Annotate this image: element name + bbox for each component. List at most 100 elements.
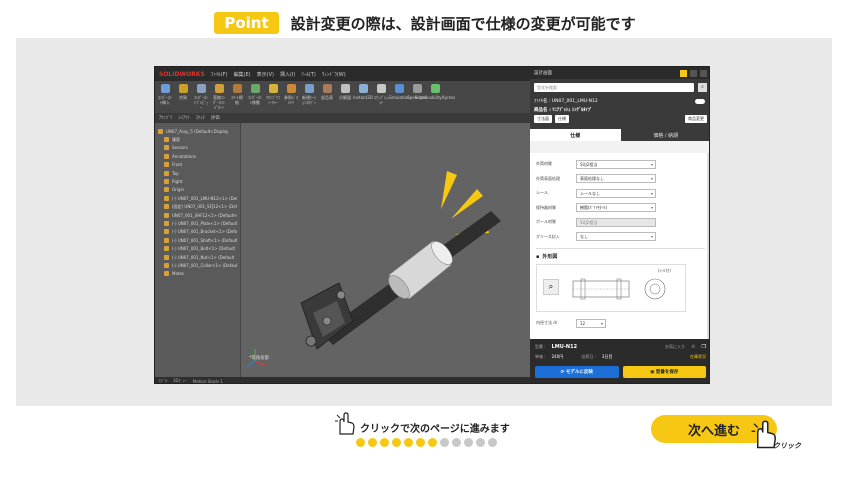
panel-tabs: 仕様 価格 / 納期	[530, 129, 709, 141]
ribbon-tool-icon	[286, 84, 296, 93]
ribbon-tool-icon	[214, 84, 224, 93]
ribbon-label: ｺﾝﾎﾟｰﾈﾝﾄﾌﾟﾚﾋﾞｭｰ	[194, 95, 208, 110]
status-tab[interactable]: Motion Study 1	[193, 379, 223, 384]
tree-item[interactable]: (-) UN07_001_LMU-N12<1> (Default	[158, 194, 237, 202]
tree-item-label: UN07_Assy_5 (Default<Display	[166, 128, 229, 134]
ribbon-button[interactable]: 参照ｼﾞｵﾒﾄﾘ	[284, 84, 298, 105]
ribbon-button[interactable]: ｺﾝﾎﾟｰﾈﾝﾄﾌﾟﾚﾋﾞｭｰ	[194, 84, 208, 110]
ribbon-label: 参照ｼﾞｵﾒﾄﾘ	[284, 95, 298, 105]
tree-item[interactable]: (-) UN07_001_Collar<1> (Default	[158, 261, 237, 269]
ribbon-button[interactable]: 新規ﾓｰｼｮﾝｽﾀﾃﾞｨ	[302, 84, 316, 105]
tree-item[interactable]: Top	[158, 169, 237, 177]
cad-tab[interactable]: ｱｾﾝﾌﾞﾘ	[159, 115, 173, 121]
spec-select[interactable]: シールなし ▾	[576, 188, 656, 198]
apply-to-model-button[interactable]: ⟳ モデルに反映	[535, 366, 619, 378]
close-icon[interactable]	[700, 69, 707, 77]
menu-item[interactable]: 表示(V)	[257, 71, 274, 78]
cad-tab[interactable]: ｽｹｯﾁ	[196, 115, 205, 121]
ribbon-button[interactable]: 部品表	[320, 84, 334, 100]
tree-item[interactable]: Right	[158, 177, 237, 185]
ribbon-button[interactable]: ｺﾝﾎﾟｰﾈﾝﾄ移動	[248, 84, 262, 105]
tree-item-label: Top	[172, 170, 179, 176]
tab-spec[interactable]: 仕様	[530, 129, 621, 141]
progress-dot-done	[368, 438, 377, 447]
ribbon-button[interactable]: 分解図	[338, 84, 352, 100]
tree-item[interactable]: (-) UN07_001_Bolt<1> (Default	[158, 244, 237, 252]
tree-item[interactable]: UN07_001_SHF12<1> (Default<<D	[158, 211, 237, 219]
drawing-chip[interactable]: 寸法図	[534, 115, 552, 123]
tree-item[interactable]: (固定) UN07_001_SFJ12<1> (Default	[158, 203, 237, 211]
ribbon-label: 分解図	[339, 95, 351, 100]
drawing-section-header: ▪ 外形図	[536, 248, 705, 260]
spec-row: シール シールなし ▾	[536, 186, 705, 201]
spec-select[interactable]: SUJ2相当 ▾	[576, 159, 656, 169]
3d-viewport[interactable]: *等角投影	[241, 123, 530, 377]
cad-tab[interactable]: 評価	[211, 115, 220, 121]
tree-node-icon	[164, 179, 169, 185]
favorite-star-icon[interactable]: ☆	[691, 344, 695, 350]
tree-item[interactable]: (-) UN07_001_Plate<1> (Default	[158, 219, 237, 227]
ribbon-button[interactable]: ｱｾﾝﾌﾞﾘﾌｨｰﾁｬｰ	[266, 84, 280, 105]
status-tab[interactable]: 3Dﾋﾞｭｰ	[173, 378, 187, 383]
save-model-number-button[interactable]: ▣ 型番を保存	[622, 366, 706, 378]
spec-select[interactable]: 表面処理なし ▾	[576, 174, 656, 184]
ribbon-button[interactable]: ｽﾅｯﾌﾟｼｮｯﾄ	[374, 84, 388, 105]
menu-item[interactable]: ﾂｰﾙ(T)	[301, 71, 315, 78]
copy-icon[interactable]: ❐	[702, 344, 706, 350]
search-icon[interactable]: ⌕	[698, 82, 707, 92]
tree-item[interactable]: Mates	[158, 270, 237, 278]
ribbon-label: ｺﾝﾎﾟｰﾈﾝﾄ移動	[248, 95, 262, 105]
pointer-hand-icon	[335, 412, 355, 435]
spec-chip[interactable]: 仕様	[555, 115, 569, 123]
ribbon-label: ｺﾝﾎﾟｰﾈﾝﾄ挿入	[158, 95, 172, 105]
tree-item[interactable]: UN07_Assy_5 (Default<Display	[158, 127, 237, 135]
tree-item[interactable]: Sensors	[158, 144, 237, 152]
spec-label: 内径寸法 dr	[536, 320, 558, 326]
tree-node-icon	[164, 246, 169, 252]
menu-item[interactable]: ｳｨﾝﾄﾞｳ(W)	[322, 71, 346, 78]
tab-price-lead[interactable]: 価格 / 納期	[620, 129, 709, 141]
change-product-button[interactable]: 商品変更	[685, 115, 707, 123]
tree-item[interactable]: (-) UN07_001_Nut<1> (Default	[158, 253, 237, 261]
spec-select[interactable]: 樹脂(ﾎﾟﾘｱｾﾀｰﾙ) ▾	[576, 203, 656, 213]
chevron-down-icon: ▾	[650, 161, 653, 167]
tree-item[interactable]: Front	[158, 161, 237, 169]
ribbon-button[interactable]: ｺﾝﾎﾟｰﾈﾝﾄ挿入	[158, 84, 172, 105]
spec-select[interactable]: 12 ▾	[576, 318, 606, 328]
ribbon-button[interactable]: ｽﾏｰﾄ締結	[230, 84, 244, 105]
app-logo: SOLIDWORKS	[159, 70, 205, 78]
toggle-switch[interactable]	[695, 99, 705, 104]
spec-row: 外筒材質 SUJ2相当 ▾	[536, 157, 705, 172]
tree-item[interactable]: Origin	[158, 186, 237, 194]
menu-item[interactable]: ﾌｧｲﾙ(F)	[211, 71, 228, 78]
spec-select: SUJ2相当	[576, 217, 656, 227]
search-input[interactable]: 型式を検索	[534, 82, 694, 92]
pin-icon[interactable]	[680, 69, 687, 77]
panel-scrollbar[interactable]	[707, 153, 709, 339]
menu-item[interactable]: 編集(E)	[234, 71, 251, 78]
tree-node-icon	[164, 220, 169, 226]
stock-status-link[interactable]: 在庫状況	[690, 354, 706, 360]
tree-item[interactable]: (-) UN07_001_Shaft<1> (Default	[158, 236, 237, 244]
header: Point 設計変更の際は、設計画面で仕様の変更が可能です	[0, 10, 850, 36]
ribbon-button[interactable]: 直線ｺﾝﾎﾟｰﾈﾝﾄﾊﾟﾀｰﾝ	[212, 84, 226, 110]
ribbon-button[interactable]: SustainabilityXpress	[415, 84, 455, 100]
cad-tab[interactable]: ﾚｲｱｳﾄ	[179, 115, 190, 121]
ribbon-button[interactable]: Instant3D	[353, 84, 373, 100]
tree-item[interactable]: 履歴	[158, 135, 237, 143]
status-tab[interactable]: ﾓﾃﾞﾙ	[159, 378, 167, 383]
ribbon-button[interactable]: 合致	[176, 84, 190, 100]
menu-item[interactable]: 挿入(I)	[280, 71, 295, 78]
tree-item-label: (-) UN07_001_Bracket<1> (Default	[172, 229, 237, 235]
axis-z	[246, 360, 256, 368]
tree-item[interactable]: Annotations	[158, 152, 237, 160]
minimize-icon[interactable]	[690, 69, 697, 77]
spec-select[interactable]: なし ▾	[576, 232, 656, 242]
tree-item[interactable]: (-) UN07_001_Bracket<1> (Default	[158, 228, 237, 236]
design-panel: 設計画面 型式を検索 ⌕ ﾌｧｲﾙ名 : UN07_001_LMU-N12 商品…	[530, 67, 709, 383]
ribbon-button[interactable]: Simulation	[388, 84, 410, 100]
spec-label: 保持器材質	[536, 204, 556, 210]
progress-dot-done	[404, 438, 413, 447]
tree-item-label: (-) UN07_001_Bolt<1> (Default	[172, 246, 236, 252]
page-title: 設計変更の際は、設計画面で仕様の変更が可能です	[290, 14, 636, 33]
